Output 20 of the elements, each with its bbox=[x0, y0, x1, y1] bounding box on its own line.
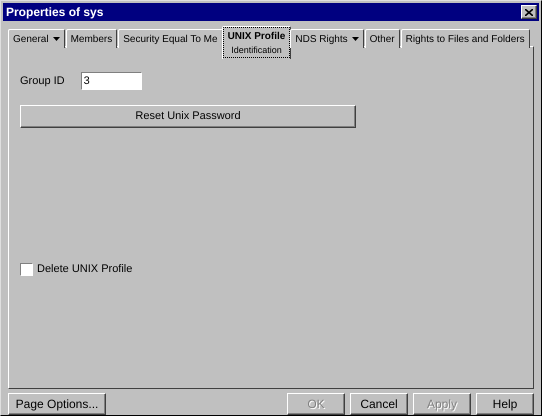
tab[interactable]: Members bbox=[66, 29, 118, 48]
tab[interactable]: NDS Rights bbox=[290, 29, 364, 48]
dropdown-arrow-icon bbox=[52, 37, 60, 41]
tab[interactable]: Other bbox=[364, 29, 400, 48]
tab[interactable]: General bbox=[8, 29, 65, 48]
tab[interactable]: Rights to Files and Folders bbox=[400, 29, 530, 48]
tab[interactable]: UNIX Profile Identification bbox=[222, 26, 292, 59]
tab[interactable]: Security Equal To Me bbox=[118, 29, 223, 48]
checkbox[interactable] bbox=[20, 262, 33, 276]
close-icon bbox=[525, 8, 533, 16]
group-id-field[interactable]: 3 bbox=[80, 72, 142, 90]
checkbox-label: Delete UNIX Profile bbox=[37, 262, 132, 277]
dropdown-arrow-icon bbox=[352, 37, 359, 41]
dialog-button[interactable]: Cancel bbox=[350, 393, 408, 415]
dialog-button[interactable]: Page Options... bbox=[8, 393, 106, 415]
dialog-button[interactable]: Help bbox=[476, 393, 534, 415]
reset-unix-password-button[interactable]: Reset Unix Password bbox=[20, 105, 356, 128]
group-id-label: Group ID bbox=[20, 74, 65, 89]
close-button[interactable] bbox=[521, 5, 537, 19]
window-title: Properties of sys bbox=[6, 4, 104, 21]
